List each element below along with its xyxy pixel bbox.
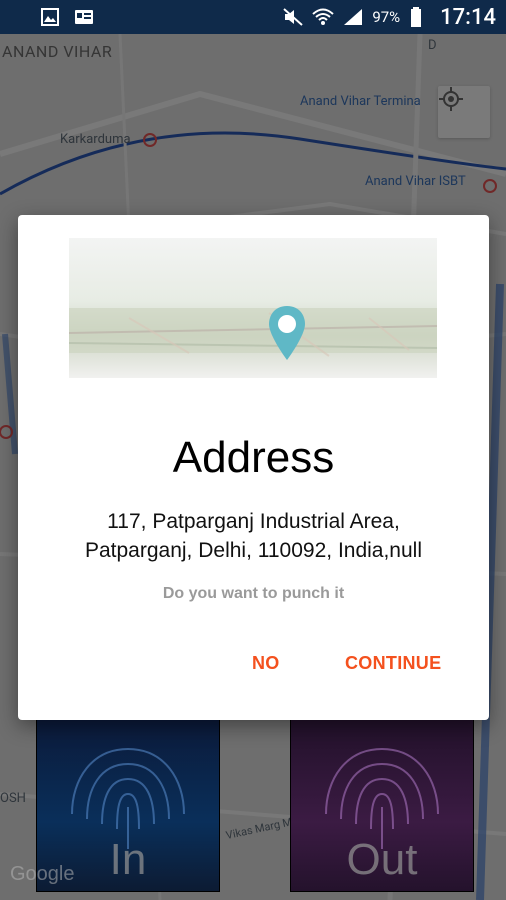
gallery-notification-icon (40, 7, 60, 27)
address-text: 117, Patparganj Industrial Area, Patparg… (38, 507, 469, 565)
status-bar: 97% 17:14 (0, 0, 506, 34)
punch-out-button[interactable]: Out (290, 718, 474, 892)
clock: 17:14 (440, 4, 496, 30)
battery-percent: 97% (372, 8, 401, 26)
no-button[interactable]: NO (252, 653, 280, 674)
wifi-icon (312, 7, 334, 27)
card-notification-icon (74, 7, 94, 27)
address-dialog: Address 117, Patparganj Industrial Area,… (18, 215, 489, 720)
address-line-1: 117, Patparganj Industrial Area, (107, 510, 400, 533)
address-line-2: Patparganj, Delhi, 110092, India,null (84, 539, 422, 562)
dialog-title: Address (172, 433, 335, 482)
signal-icon (342, 7, 363, 27)
google-logo: Google (10, 863, 75, 885)
dialog-banner (69, 238, 437, 378)
battery-icon (410, 7, 430, 27)
punch-out-label: Out (346, 835, 418, 884)
continue-button[interactable]: CONTINUE (345, 653, 441, 674)
punch-question: Do you want to punch it (162, 585, 345, 602)
status-system: 97% 17:14 (282, 5, 496, 30)
mute-icon (282, 7, 303, 27)
map-pin-banner (69, 306, 437, 360)
status-notifications (40, 7, 94, 27)
